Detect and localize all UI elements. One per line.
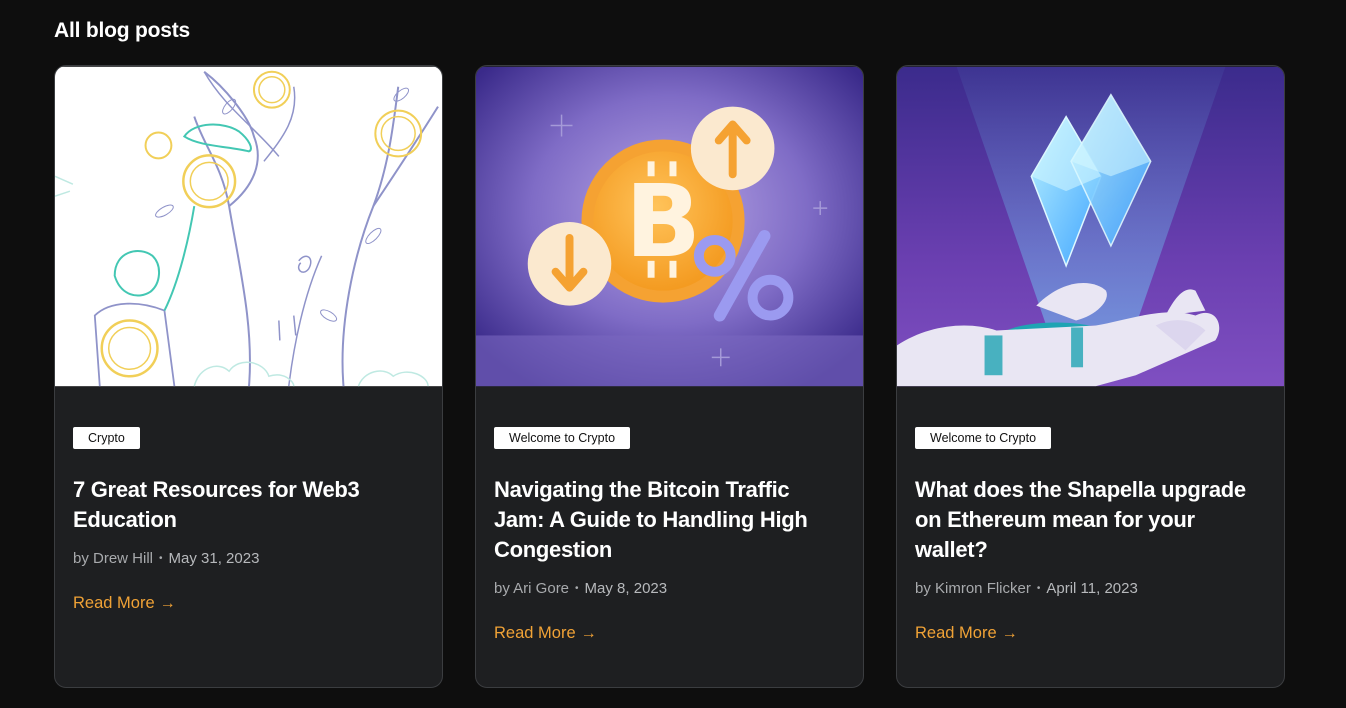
- arrow-right-icon: →: [159, 594, 176, 612]
- read-more-label: Read More: [73, 594, 155, 612]
- blog-card[interactable]: Crypto 7 Great Resources for Web3 Educat…: [54, 65, 443, 688]
- arrow-right-icon: →: [1001, 624, 1018, 642]
- blog-card[interactable]: B Welcome to Crypto Navigating the Bitco…: [475, 65, 864, 688]
- section-title: All blog posts: [54, 19, 191, 42]
- category-tag[interactable]: Welcome to Crypto: [494, 427, 631, 449]
- blog-card-image[interactable]: [897, 66, 1284, 387]
- tree-person-illustration: [55, 66, 442, 387]
- post-meta: by Drew Hill • May 31, 2023: [73, 550, 424, 567]
- post-title[interactable]: Navigating the Bitcoin Traffic Jam: A Gu…: [494, 475, 845, 565]
- post-author: by Ari Gore: [494, 580, 570, 597]
- dot-icon: •: [575, 583, 579, 594]
- blog-card-image[interactable]: [55, 66, 442, 387]
- post-author: by Drew Hill: [73, 550, 154, 567]
- read-more-label: Read More: [915, 624, 997, 642]
- post-title[interactable]: 7 Great Resources for Web3 Education: [73, 475, 424, 535]
- blog-card-list: Crypto 7 Great Resources for Web3 Educat…: [54, 65, 1285, 688]
- post-date: May 31, 2023: [168, 550, 260, 567]
- post-date: April 11, 2023: [1046, 580, 1138, 597]
- robot-hand-ethereum-illustration: [897, 66, 1284, 387]
- category-tag[interactable]: Welcome to Crypto: [915, 427, 1052, 449]
- post-date: May 8, 2023: [584, 580, 668, 597]
- post-meta: by Ari Gore • May 8, 2023: [494, 580, 845, 597]
- category-tag[interactable]: Crypto: [73, 427, 140, 449]
- dot-icon: •: [159, 553, 163, 564]
- read-more-link[interactable]: Read More →: [494, 624, 597, 643]
- read-more-link[interactable]: Read More →: [915, 624, 1018, 643]
- dot-icon: •: [1036, 583, 1041, 594]
- blog-card-image[interactable]: B: [476, 66, 863, 387]
- read-more-label: Read More: [494, 624, 576, 642]
- post-title[interactable]: What does the Shapella upgrade on Ethere…: [915, 475, 1266, 565]
- post-meta: by Kimron Flicker • April 11, 2023: [915, 580, 1266, 597]
- blog-card[interactable]: Welcome to Crypto What does the Shapella…: [896, 65, 1285, 688]
- post-author: by Kimron Flicker: [915, 580, 1031, 597]
- arrow-right-icon: →: [580, 624, 597, 642]
- svg-text:B: B: [625, 165, 701, 280]
- read-more-link[interactable]: Read More →: [73, 594, 176, 613]
- bitcoin-percent-illustration: B: [476, 66, 863, 387]
